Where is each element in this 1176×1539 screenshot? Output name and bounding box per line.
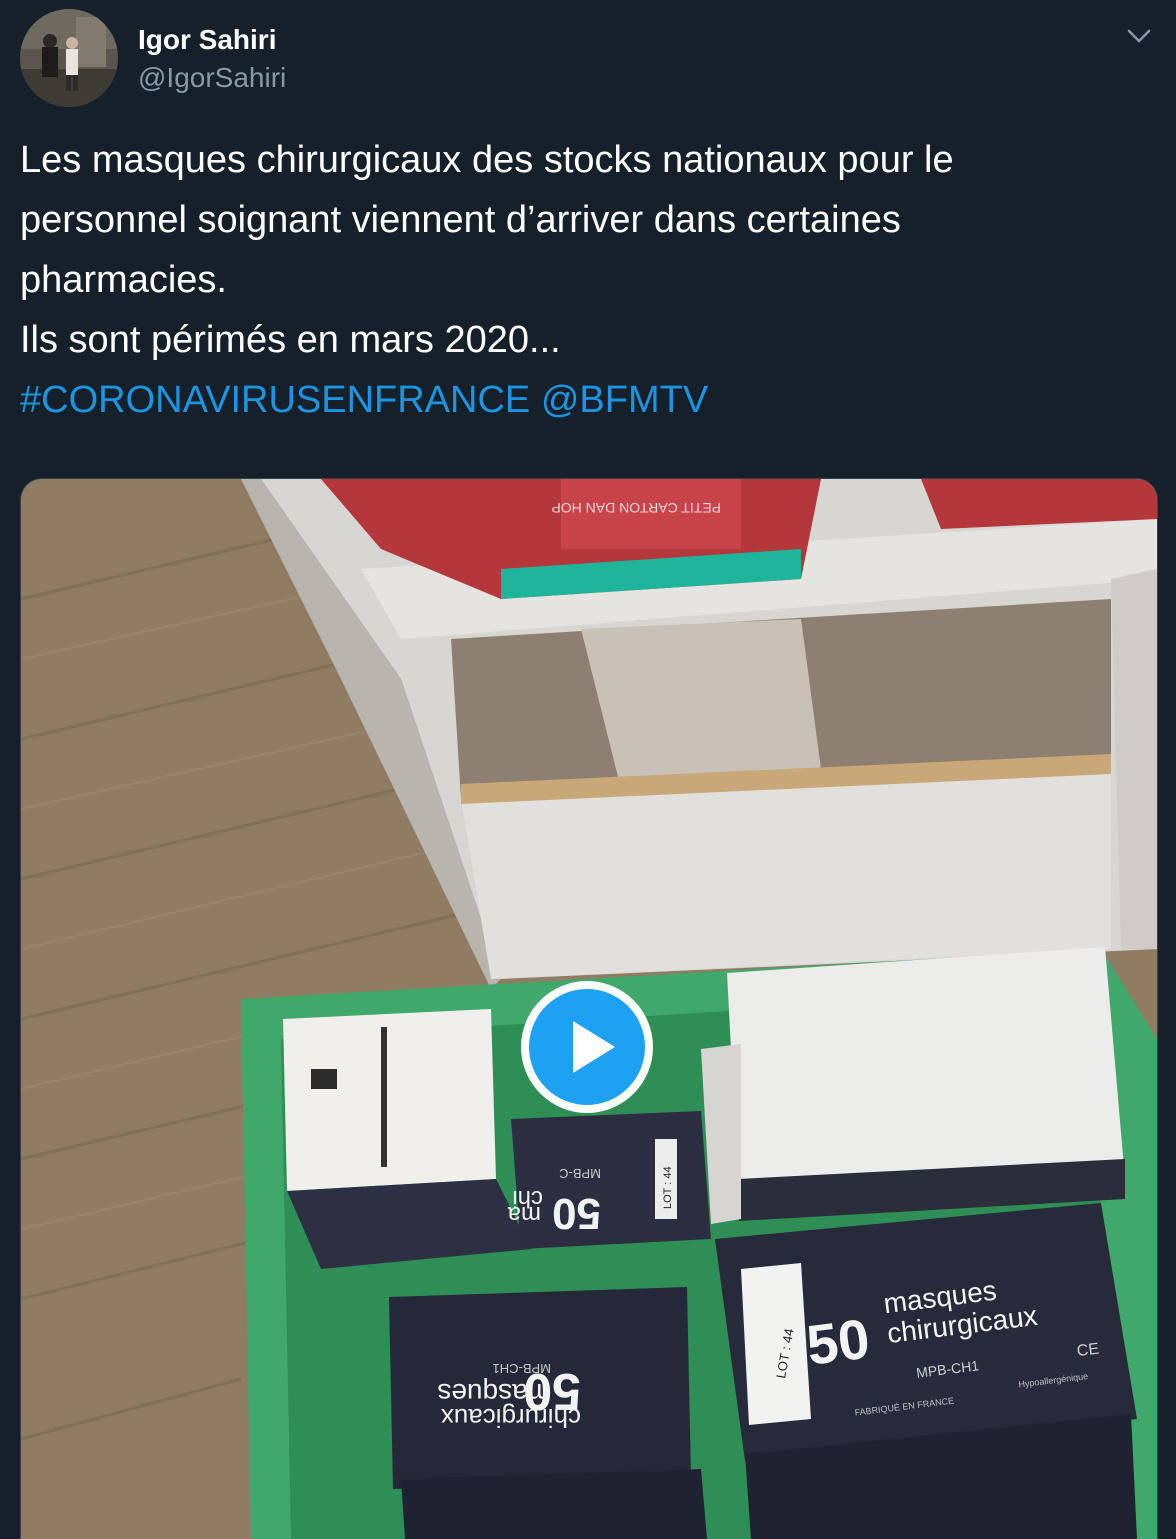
- tweet-text: Les masques chirurgicaux des stocks nati…: [20, 130, 1150, 430]
- author-handle[interactable]: @IgorSahiri: [138, 60, 286, 96]
- avatar[interactable]: [20, 9, 118, 107]
- box-mid-count: 50: [552, 1189, 601, 1238]
- tweet-tags-line: #CORONAVIRUSENFRANCE @BFMTV: [20, 370, 1150, 430]
- author-name[interactable]: Igor Sahiri: [138, 22, 276, 58]
- box-mid-word2: chi: [512, 1185, 543, 1212]
- tweet-text-line: Les masques chirurgicaux des stocks nati…: [20, 139, 954, 181]
- box-front-count: 50: [803, 1307, 873, 1377]
- play-icon[interactable]: [521, 981, 653, 1113]
- video-thumbnail[interactable]: PETIT CARTON DAN HOP 50 ma chi MPB-C LOT…: [20, 478, 1158, 1539]
- tweet-text-line: pharmacies.: [20, 259, 227, 301]
- box-low-line2: chirurgicaux: [441, 1403, 581, 1433]
- chevron-down-icon[interactable]: [1122, 22, 1156, 50]
- box-mid-lot: LOT : 44: [662, 1166, 674, 1209]
- hashtag-link[interactable]: #CORONAVIRUSENFRANCE: [20, 379, 530, 421]
- tweet-text-line: personnel soignant viennent d’arriver da…: [20, 199, 901, 241]
- box-mid-model: MPB-C: [559, 1166, 601, 1181]
- box-low-model: MPB-CH1: [492, 1361, 551, 1376]
- box-front-ce: CE: [1076, 1341, 1100, 1361]
- mention-link[interactable]: @BFMTV: [541, 379, 708, 421]
- avatar-photo: [20, 9, 118, 107]
- svg-text:PETIT CARTON DAN HOP: PETIT CARTON DAN HOP: [551, 500, 721, 516]
- tweet: Igor Sahiri @IgorSahiri Les masques chir…: [0, 0, 1176, 1539]
- tweet-text-line: Ils sont périmés en mars 2020...: [20, 319, 561, 361]
